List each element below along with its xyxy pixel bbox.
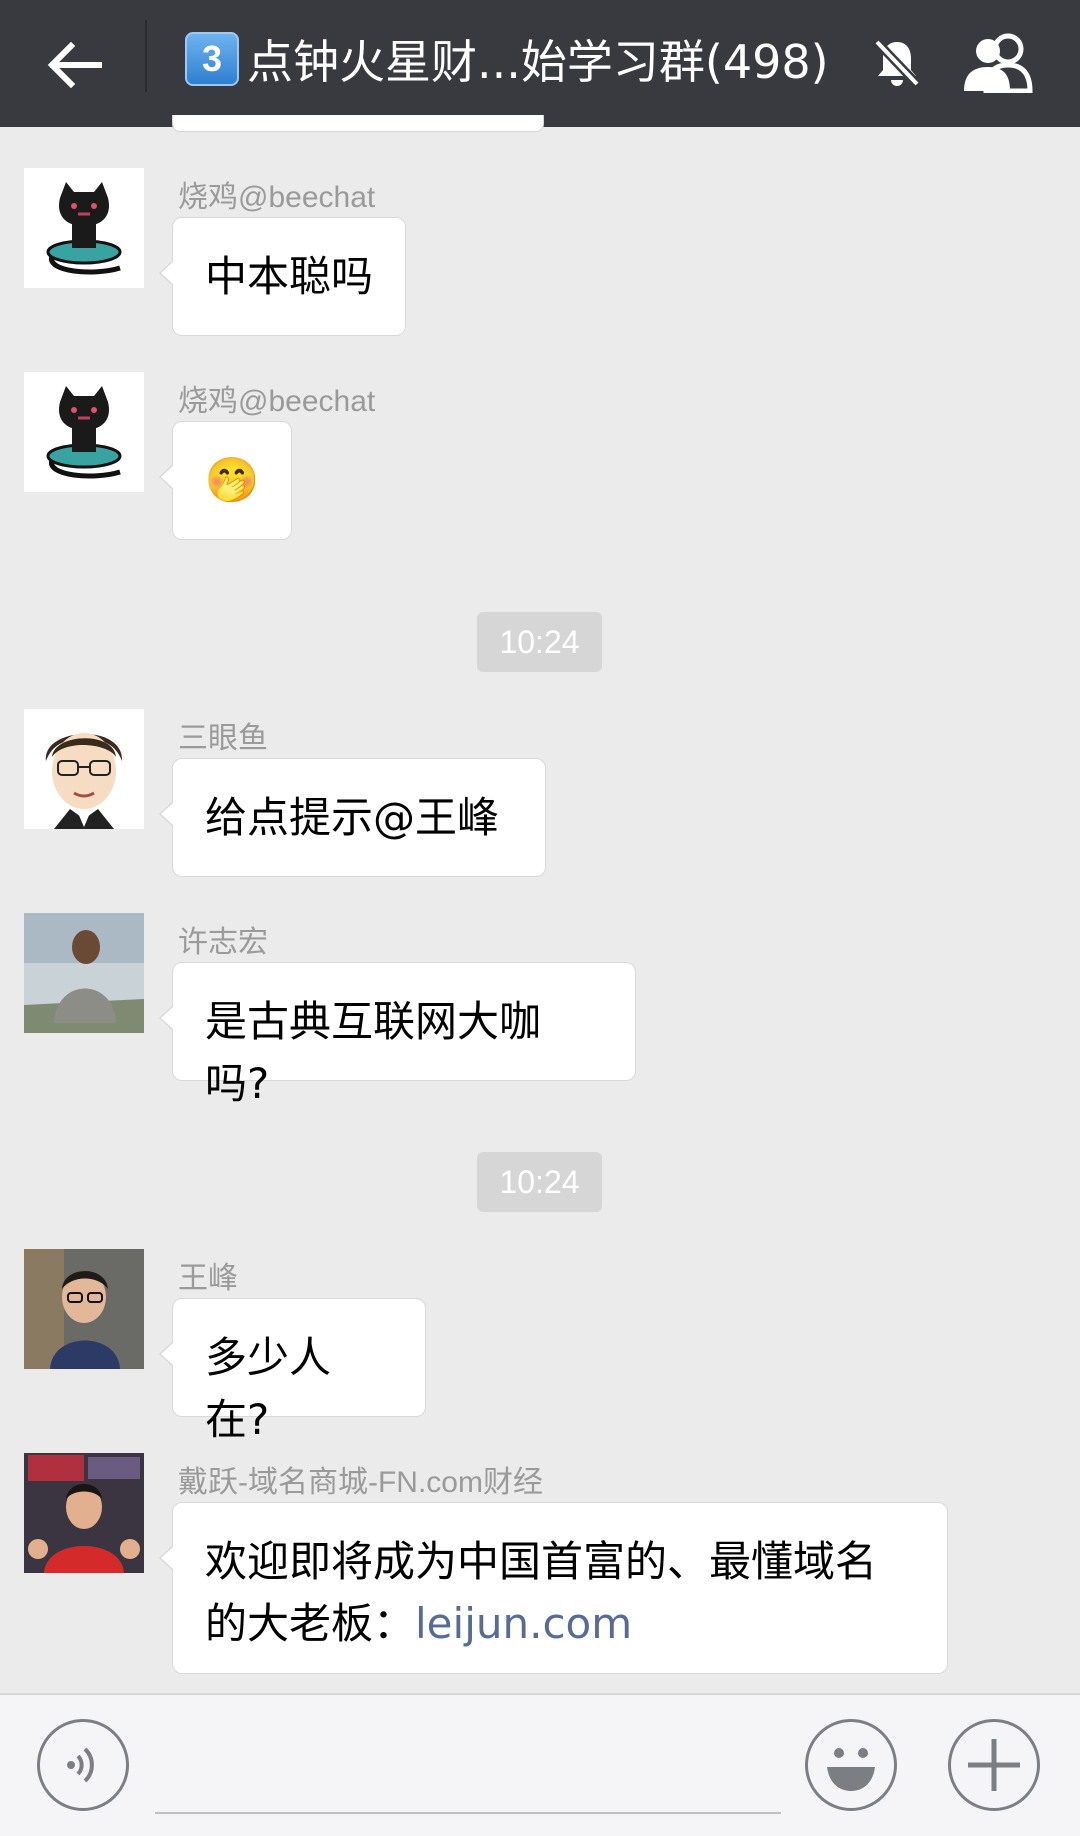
previous-message-bubble: [172, 115, 544, 132]
sender-name: 许志宏: [178, 926, 268, 959]
black-cat-avatar[interactable]: [24, 372, 144, 492]
message-text: 是古典互联网大咖吗?: [205, 997, 542, 1108]
voice-icon: [67, 1747, 94, 1783]
message-text: 给点提示@王峰: [205, 793, 500, 842]
black-cat-avatar[interactable]: [24, 168, 144, 288]
message-bubble[interactable]: 是古典互联网大咖吗?: [159, 962, 636, 1108]
group-members-button[interactable]: [950, 18, 1050, 108]
input-underline: [155, 1812, 781, 1814]
emoji-button[interactable]: [805, 1719, 897, 1811]
chat-header: 3 点钟火星财...始学习群(498): [0, 0, 1080, 127]
header-divider: [145, 20, 147, 92]
sender-name: 烧鸡@beechat: [178, 385, 376, 418]
message-bubble[interactable]: 给点提示@王峰: [159, 758, 546, 877]
message-bubble[interactable]: 多少人在?: [159, 1298, 426, 1444]
keycap-three-badge: 3: [185, 32, 239, 86]
photo-avatar[interactable]: [24, 913, 144, 1033]
group-members-icon: [964, 33, 1033, 93]
sender-name: 三眼鱼: [178, 722, 268, 755]
message-text: 中本聪吗: [205, 252, 374, 301]
timestamp: 10:24: [477, 1152, 602, 1212]
message-bubble[interactable]: 欢迎即将成为中国首富的、最懂域名的大老板：leijun.com: [159, 1502, 948, 1674]
mute-bell-icon: [857, 22, 937, 102]
photo-avatar[interactable]: [24, 1453, 144, 1573]
message-link[interactable]: leijun.com: [415, 1599, 632, 1648]
photo-avatar[interactable]: [24, 1249, 144, 1369]
timestamp: 10:24: [477, 612, 602, 672]
back-button[interactable]: [30, 20, 120, 110]
plus-button[interactable]: [948, 1719, 1040, 1811]
plus-icon: [968, 1739, 1020, 1791]
message-input[interactable]: [155, 1735, 785, 1811]
chat-title: 3 点钟火星财...始学习群(498): [185, 24, 829, 94]
message-bubble[interactable]: 🤭: [159, 421, 292, 540]
input-bar: [0, 1693, 1080, 1836]
back-arrow-icon: [47, 42, 102, 88]
sender-name: 戴跃-域名商城-FN.com财经: [178, 1466, 543, 1499]
message-text: 多少人在?: [205, 1333, 332, 1444]
sender-name: 烧鸡@beechat: [178, 181, 376, 214]
sender-name: 王峰: [178, 1262, 238, 1295]
cartoon-man-avatar[interactable]: [24, 709, 144, 829]
chat-title-text: 点钟火星财...始学习群(498): [247, 35, 829, 89]
message-bubble[interactable]: 中本聪吗: [159, 217, 406, 336]
hand-over-mouth-emoji: 🤭: [204, 454, 260, 506]
emoji-icon: [827, 1748, 875, 1791]
voice-button[interactable]: [37, 1719, 129, 1811]
